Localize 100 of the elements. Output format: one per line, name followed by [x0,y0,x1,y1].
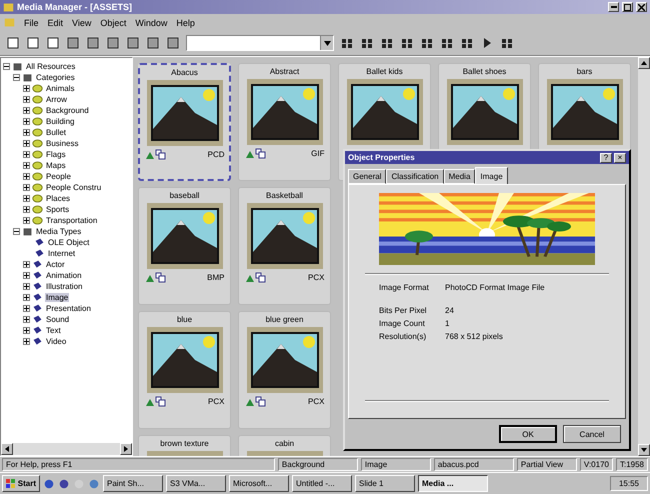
tree-item[interactable]: Transportation [45,216,98,225]
scroll-up-icon[interactable] [641,61,647,65]
taskbar-button[interactable]: Media ... [418,475,488,492]
expand-icon[interactable] [23,217,30,224]
menu-item[interactable]: View [72,18,92,28]
cancel-button[interactable]: Cancel [563,425,621,443]
thumbnail-card[interactable]: blue green PCX [238,311,331,429]
expand-icon[interactable] [23,272,30,279]
expand-icon[interactable] [23,96,30,103]
tree-item[interactable]: Video [45,337,68,346]
tree-item[interactable]: Internet [47,249,76,258]
tree-item[interactable]: OLE Object [47,238,90,247]
thumbnail-card[interactable]: Abacus PCD [138,63,231,181]
thumbnail-card[interactable]: blue PCX [138,311,231,429]
horizontal-scrollbar[interactable] [1,443,132,455]
tree-item[interactable]: Maps [45,161,67,170]
collapse-icon[interactable] [3,63,10,70]
category-icon [32,94,43,105]
tree-item[interactable]: Bullet [45,128,68,137]
tree-item[interactable]: Background [45,106,90,115]
expand-icon[interactable] [23,316,30,323]
tree-item[interactable]: Sound [45,315,70,324]
search-field[interactable] [186,35,334,51]
tree-item[interactable]: Text [45,326,62,335]
taskbar-button[interactable]: S3 VMa... [166,475,226,492]
expand-icon[interactable] [23,173,30,180]
menu-item[interactable]: Object [100,18,126,28]
expand-icon[interactable] [23,195,30,202]
tree-item[interactable]: Media Types [35,227,82,236]
tree-item[interactable]: All Resources [25,62,76,71]
tree-item[interactable]: Actor [45,260,66,269]
tree-item[interactable]: Business [45,139,80,148]
expand-icon[interactable] [23,85,30,92]
category-icon [32,193,43,204]
collapse-icon[interactable] [13,74,20,81]
clock: 15:55 [610,476,648,491]
menu-item[interactable]: Edit [48,18,64,28]
expand-icon[interactable] [23,206,30,213]
menu-item[interactable]: Window [135,18,168,28]
tree-item[interactable]: People Constru [45,183,102,192]
tree-item[interactable]: Animation [45,271,83,280]
expand-icon[interactable] [23,184,30,191]
folder-icon [12,61,23,72]
tree-item[interactable]: Illustration [45,282,84,291]
format-label: GIF [311,149,324,158]
tree-item[interactable]: People [45,172,72,181]
tree-item[interactable]: Flags [45,150,67,159]
tab[interactable]: Image [475,167,508,184]
menu-item[interactable]: File [24,18,39,28]
expand-icon[interactable] [23,327,30,334]
scroll-left-icon[interactable] [5,446,9,452]
collapse-icon[interactable] [13,228,20,235]
card-title: blue [176,315,192,324]
tree-item[interactable]: Building [45,117,76,126]
thumbnail-card[interactable]: baseball BMP [138,187,231,305]
expand-icon[interactable] [23,283,30,290]
taskbar-button[interactable]: Slide 1 [355,475,415,492]
tree-item[interactable]: Presentation [45,304,92,313]
tree-item[interactable]: Image [45,293,70,302]
expand-icon[interactable] [23,107,30,114]
close-button[interactable]: × [614,152,626,162]
tree-item[interactable]: Arrow [45,95,68,104]
card-title: Abstract [270,67,300,76]
maximize-button[interactable] [622,2,633,12]
card-title: blue green [266,315,304,324]
close-button[interactable] [636,2,647,12]
menu-item[interactable]: Help [176,18,195,28]
thumbnail-card[interactable]: cabin [238,435,331,456]
card-title: Ballet shoes [462,67,506,76]
expand-icon[interactable] [23,294,30,301]
dropdown-arrow-icon[interactable] [324,40,330,46]
expand-icon[interactable] [23,151,30,158]
thumbnail-card[interactable]: brown texture [138,435,231,456]
expand-icon[interactable] [23,140,30,147]
tree-item[interactable]: Places [45,194,72,203]
expand-icon[interactable] [23,338,30,345]
tab[interactable]: Classification [386,169,444,184]
expand-icon[interactable] [23,118,30,125]
tree-item[interactable]: Sports [45,205,70,214]
thumbnail-card[interactable]: Basketball PCX [238,187,331,305]
start-button[interactable]: Start [2,475,40,492]
expand-icon[interactable] [23,162,30,169]
minimize-button[interactable] [608,2,619,12]
tree-item[interactable]: Categories [35,73,76,82]
taskbar-button[interactable]: Paint Sh... [103,475,163,492]
help-button[interactable]: ? [600,152,612,162]
expand-icon[interactable] [23,305,30,312]
expand-icon[interactable] [23,129,30,136]
tab[interactable]: General [348,169,386,184]
thumbnail-card[interactable]: Abstract GIF [238,63,331,181]
vertical-scrollbar[interactable] [638,57,650,456]
ok-button[interactable]: OK [499,425,557,443]
expand-icon[interactable] [23,261,30,268]
taskbar-button[interactable]: Untitled -... [292,475,352,492]
tab[interactable]: Media [444,169,476,184]
scroll-right-icon[interactable] [124,446,128,452]
tree-item[interactable]: Animals [45,84,76,93]
scroll-down-icon[interactable] [641,448,647,452]
thumbnail-drawing [150,85,218,141]
taskbar-button[interactable]: Microsoft... [229,475,289,492]
